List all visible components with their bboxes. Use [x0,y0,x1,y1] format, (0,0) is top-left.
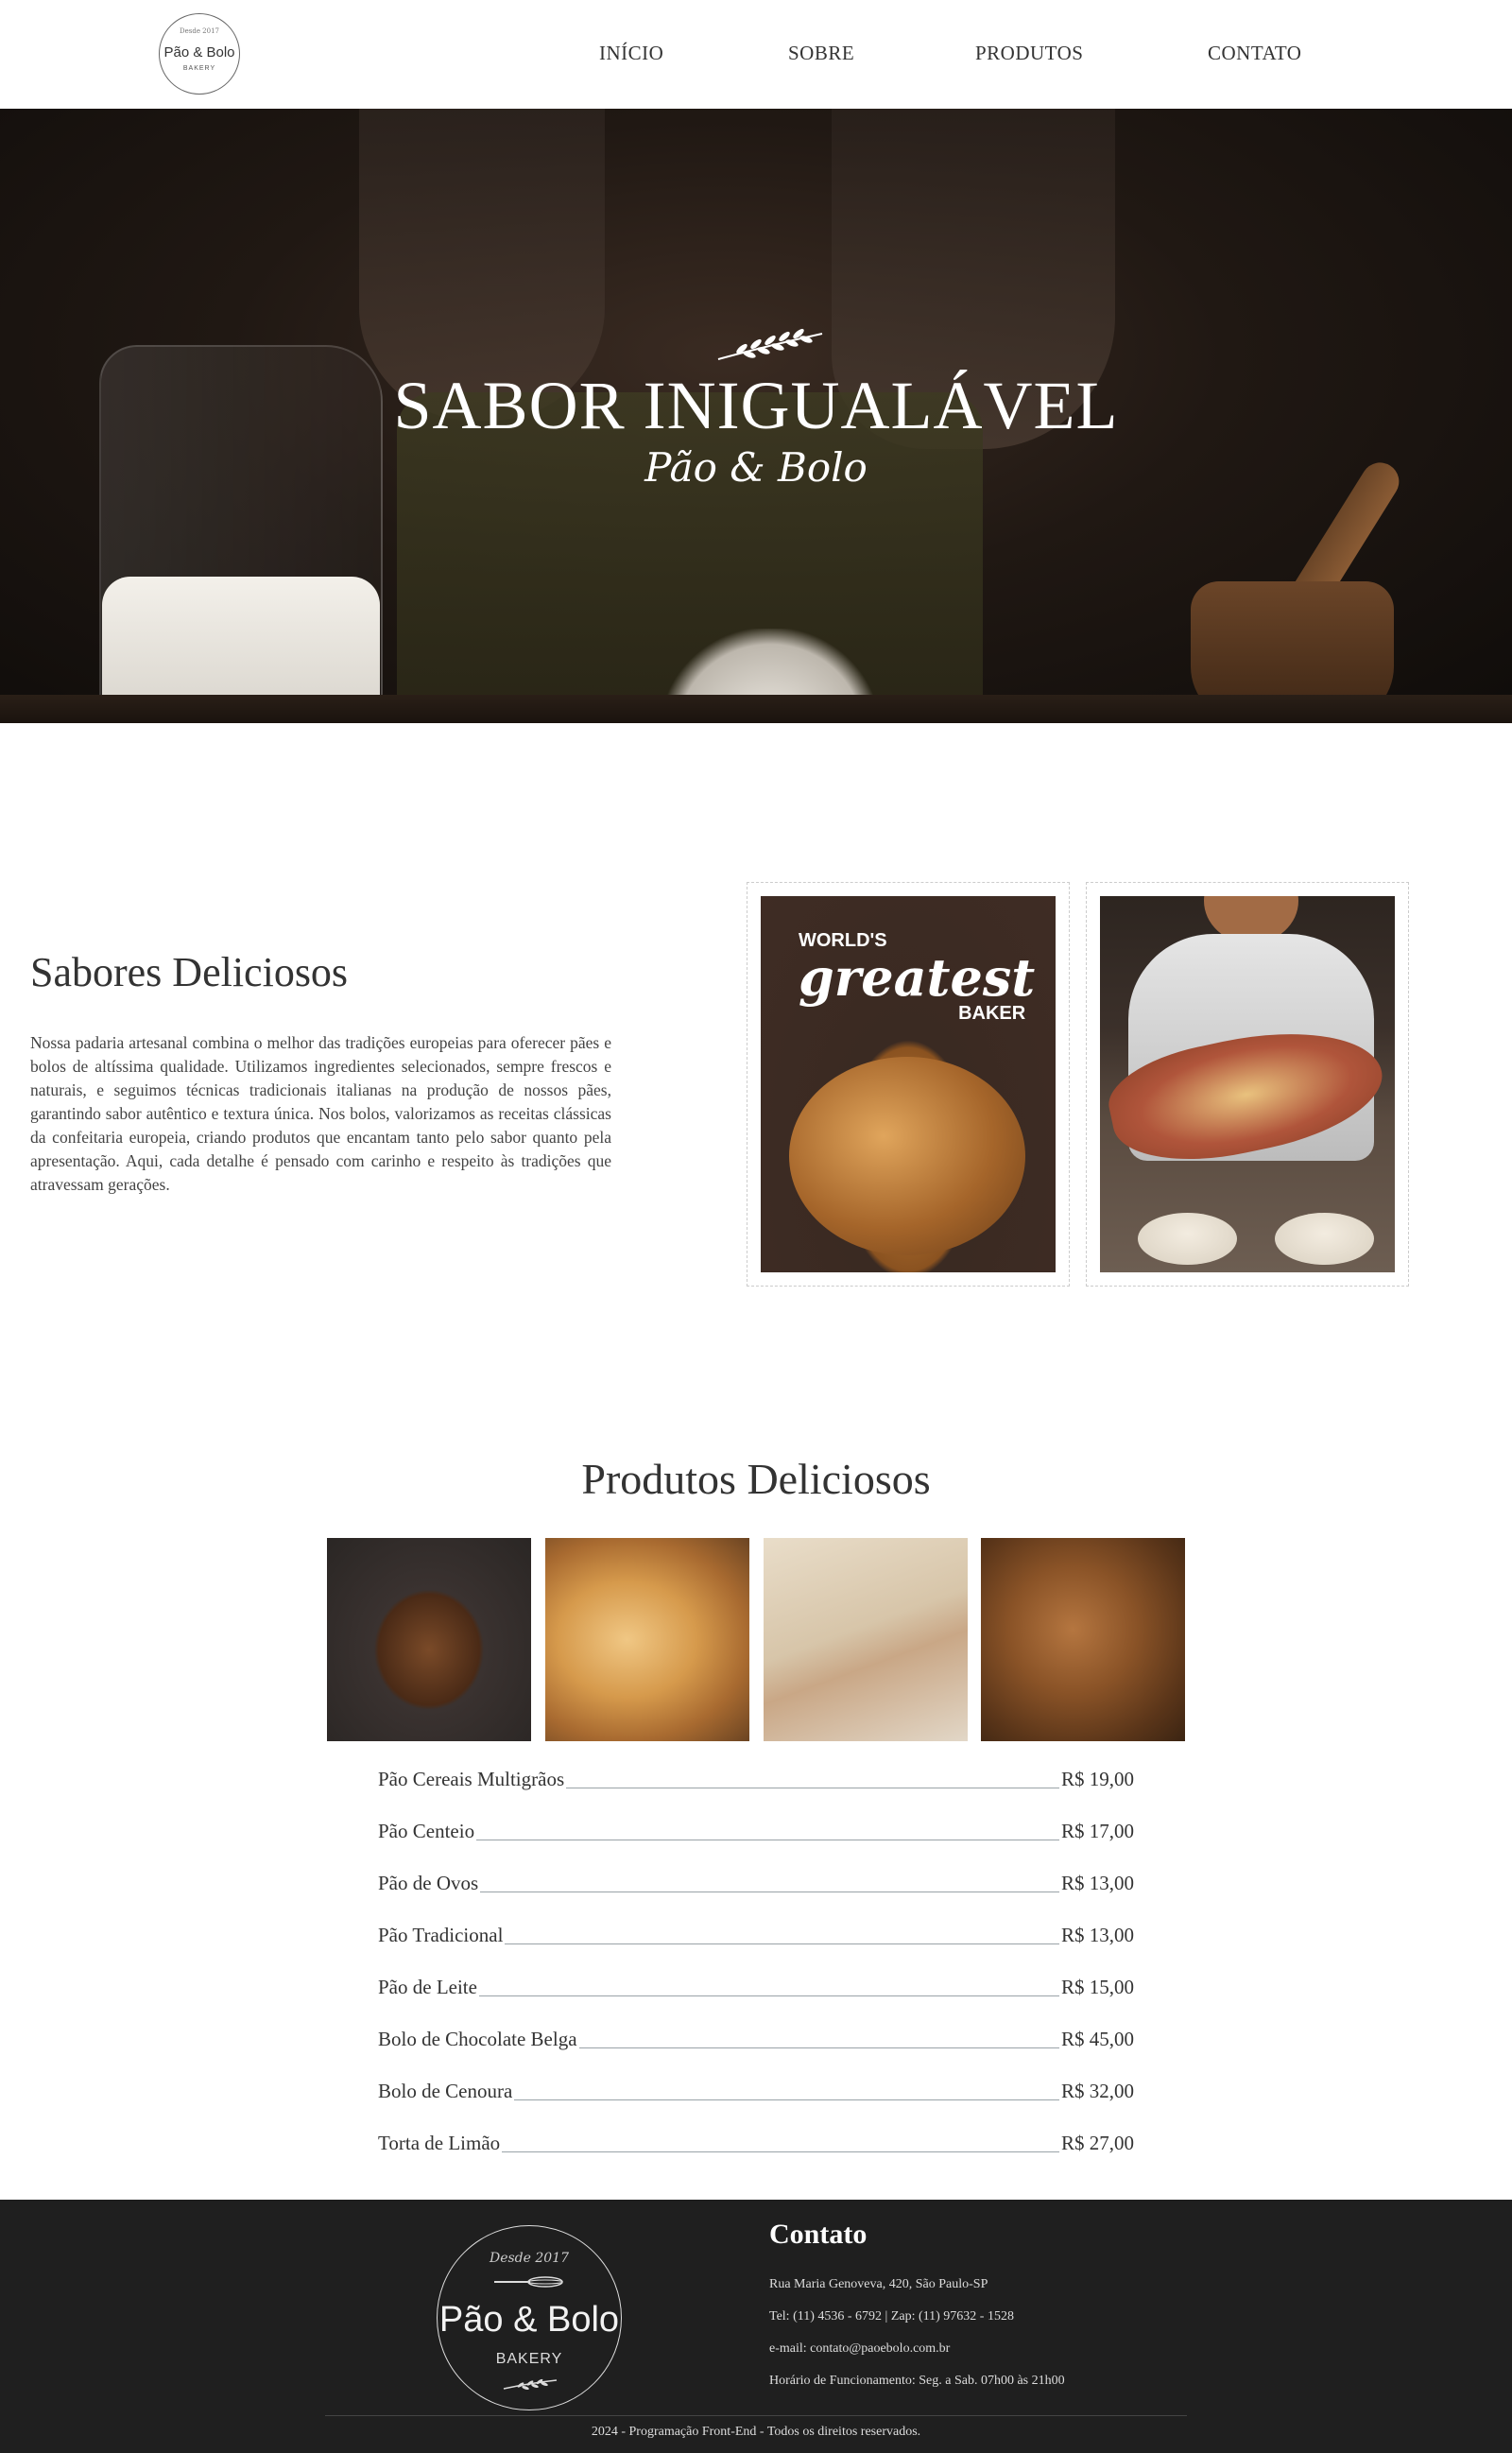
product-name: Pão Tradicional [378,1924,506,1947]
whisk-icon [494,2276,563,2288]
footer-divider [325,2415,1187,2416]
hero-subtitle: Pão & Bolo [644,444,868,491]
product-price: R$ 45,00 [1058,2028,1134,2051]
photo-caption: WORLD'S greatest BAKER [799,930,1035,1025]
product-name: Pão Centeio [378,1820,477,1843]
page: Desde 2017 Pão & Bolo BAKERY INÍCIO SOBR… [0,0,1512,2453]
product-price: R$ 13,00 [1058,1924,1134,1947]
product-price: R$ 13,00 [1058,1872,1134,1895]
product-price: R$ 27,00 [1058,2132,1134,2155]
product-name: Bolo de Chocolate Belga [378,2028,579,2051]
contact-phone[interactable]: Tel: (11) 4536 - 6792 | Zap: (11) 97632 … [769,2309,1014,2324]
menu-row: Pão de Leite R$ 15,00 [378,1976,1134,2004]
nav-link-produtos[interactable]: PRODUTOS [975,42,1083,65]
footer-logo-tagline: BAKERY [495,2351,563,2367]
contact-title: Contato [769,2219,868,2250]
product-name: Pão de Leite [378,1976,479,1999]
copyright: 2024 - Programação Front-End - Todos os … [591,2425,921,2439]
main-nav: INÍCIO SOBRE PRODUTOS CONTATO [0,42,1512,70]
product-photo-dough [764,1538,968,1741]
footer-logo-since: Desde 2017 [489,2251,570,2266]
menu-row: Bolo de Cenoura R$ 32,00 [378,2080,1134,2108]
menu-row: Torta de Limão R$ 27,00 [378,2132,1134,2160]
hero-banner: SABOR INIGUALÁVEL Pão & Bolo [0,109,1512,723]
hero-photo-table [0,695,1512,723]
wheat-icon [717,328,823,360]
product-name: Pão de Ovos [378,1872,481,1895]
about-image-frame-2 [1086,882,1409,1287]
about-text: Nossa padaria artesanal combina o melhor… [30,1033,611,1194]
footer-logo: Desde 2017 Pão & Bolo BAKERY [437,2225,622,2410]
bread-loaf [789,1057,1025,1255]
hero-title: SABOR INIGUALÁVEL [393,368,1119,443]
about-image-frame-1: WORLD'S greatest BAKER [747,882,1070,1287]
menu-row: Pão Cereais Multigrãos R$ 19,00 [378,1768,1134,1796]
contact-hours: Horário de Funcionamento: Seg. a Sab. 07… [769,2374,1065,2388]
menu-row: Bolo de Chocolate Belga R$ 45,00 [378,2028,1134,2056]
product-price: R$ 19,00 [1058,1768,1134,1791]
caption-line-2: greatest [799,947,1036,1008]
product-price: R$ 32,00 [1058,2080,1134,2103]
menu-row: Pão Centeio R$ 17,00 [378,1820,1134,1848]
product-name: Pão Cereais Multigrãos [378,1768,567,1791]
dough-ball [1275,1213,1374,1265]
nav-link-inicio[interactable]: INÍCIO [599,42,663,65]
menu-row: Pão Tradicional R$ 13,00 [378,1924,1134,1952]
site-footer: Desde 2017 Pão & Bolo BAKERY Contato Rua… [0,2200,1512,2453]
nav-link-contato[interactable]: CONTATO [1208,42,1301,65]
product-name: Bolo de Cenoura [378,2080,515,2103]
menu-row: Pão de Ovos R$ 13,00 [378,1872,1134,1900]
site-header: Desde 2017 Pão & Bolo BAKERY INÍCIO SOBR… [0,0,1512,109]
product-photo-bread [327,1538,531,1741]
footer-logo-name: Pão & Bolo [438,2300,620,2340]
product-price: R$ 15,00 [1058,1976,1134,1999]
contact-email[interactable]: e-mail: contato@paoebolo.com.br [769,2341,950,2357]
product-name: Torta de Limão [378,2132,503,2155]
nav-link-sobre[interactable]: SOBRE [788,42,854,65]
contact-address: Rua Maria Genoveva, 420, São Paulo-SP [769,2277,988,2291]
wheat-icon [503,2378,558,2391]
product-photo-pastries [545,1538,749,1741]
bread-photo: WORLD'S greatest BAKER [761,896,1056,1272]
dough-ball [1138,1213,1237,1265]
logo-since: Desde 2017 [179,27,219,35]
products-title: Produtos Deliciosos [581,1455,931,1503]
product-photo-cookies [981,1538,1185,1741]
about-title: Sabores Deliciosos [30,949,349,995]
chef-pizza-photo [1100,896,1395,1272]
menu-row-divider [378,1995,1134,1996]
product-price: R$ 17,00 [1058,1820,1134,1843]
